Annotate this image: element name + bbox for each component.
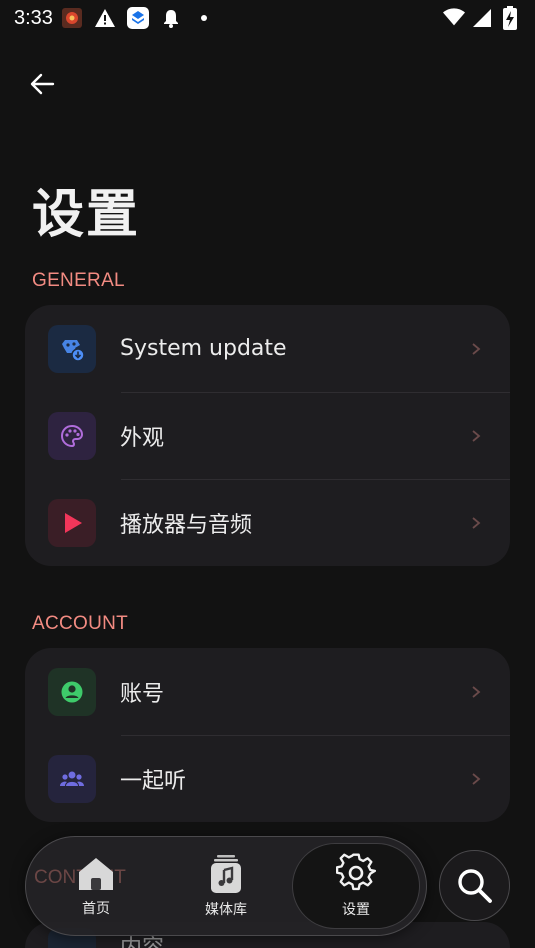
group-icon — [48, 754, 96, 803]
bell-icon — [160, 7, 182, 29]
nav-item-library[interactable]: 媒体库 — [161, 837, 291, 937]
settings-item-label: 播放器与音频 — [120, 512, 253, 538]
arrow-back-icon — [30, 73, 55, 95]
chevron-right-icon — [470, 516, 482, 530]
library-music-icon — [211, 855, 241, 893]
home-icon — [79, 858, 113, 890]
wifi-icon — [443, 7, 465, 29]
account-card: 账号 一起听 — [25, 648, 510, 822]
palette-icon — [48, 411, 96, 460]
app-notification-icon — [61, 7, 83, 29]
nav-item-home[interactable]: 首页 — [31, 837, 161, 937]
settings-item-appearance[interactable]: 外观 — [25, 392, 510, 479]
chevron-right-icon — [470, 685, 482, 699]
settings-item-label: 外观 — [120, 425, 165, 451]
section-header-account: ACCOUNT — [32, 613, 129, 634]
battery-charging-icon — [499, 6, 521, 30]
nav-item-settings[interactable]: 设置 — [292, 843, 420, 929]
settings-item-label: 账号 — [120, 681, 165, 707]
play-icon — [48, 498, 96, 547]
settings-item-listen-together[interactable]: 一起听 — [25, 735, 510, 822]
layers-app-icon — [126, 7, 149, 29]
dot-icon — [193, 7, 215, 29]
chevron-right-icon — [470, 342, 482, 356]
chevron-right-icon — [470, 429, 482, 443]
gear-icon — [336, 853, 376, 891]
settings-item-label: System update — [120, 336, 287, 361]
system-update-icon — [48, 324, 96, 373]
account-circle-icon — [48, 667, 96, 716]
settings-item-label: 一起听 — [120, 768, 187, 794]
back-button[interactable] — [22, 64, 62, 104]
nav-label: 首页 — [82, 901, 110, 917]
search-icon — [457, 868, 492, 903]
nav-label: 设置 — [342, 902, 370, 918]
warning-icon — [94, 7, 116, 29]
chevron-right-icon — [470, 772, 482, 786]
page-title: 设置 — [32, 185, 141, 245]
settings-item-player-audio[interactable]: 播放器与音频 — [25, 479, 510, 566]
settings-item-account[interactable]: 账号 — [25, 648, 510, 735]
search-button[interactable] — [439, 850, 510, 921]
section-header-general: GENERAL — [32, 270, 125, 291]
bottom-nav-bar: CONTENT 首页 媒体库 设置 — [25, 836, 427, 936]
signal-icon — [471, 7, 493, 29]
status-time: 3:33 — [14, 6, 53, 29]
settings-item-system-update[interactable]: System update — [25, 305, 510, 392]
status-left-icons — [61, 7, 215, 29]
status-bar: 3:33 — [0, 0, 535, 36]
general-card: System update 外观 播放器与音频 — [25, 305, 510, 566]
status-right-icons — [443, 6, 521, 30]
nav-label: 媒体库 — [205, 902, 247, 918]
